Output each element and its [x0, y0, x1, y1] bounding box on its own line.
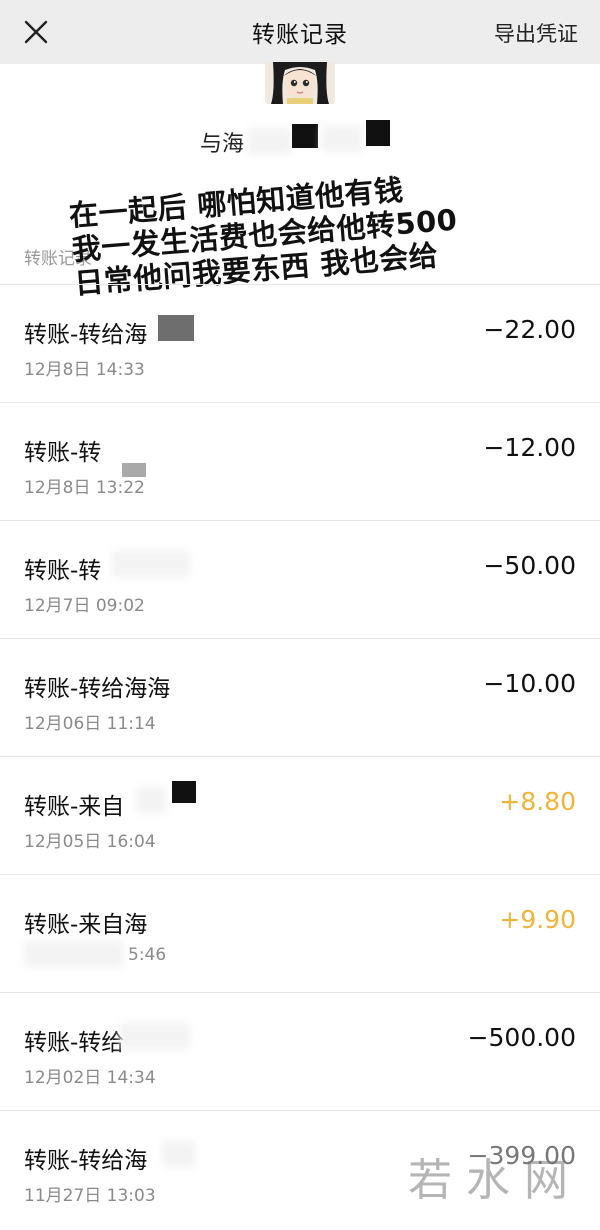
transaction-name: 转账-来自海 [24, 912, 148, 938]
redaction-blur [162, 1141, 196, 1167]
top-bar: 转账记录 导出凭证 [0, 0, 600, 64]
transaction-name: 转账-转 [24, 558, 102, 584]
redaction-block [292, 124, 318, 148]
avatar [265, 62, 335, 104]
redaction-block [172, 781, 196, 803]
redaction-blur [120, 1023, 190, 1049]
transaction-row[interactable]: 转账-转 12月7日 09:02 −50.00 [0, 520, 600, 638]
transaction-time: 12月05日 16:04 [24, 832, 156, 852]
transaction-row[interactable]: 转账-转给 12月02日 14:34 −500.00 [0, 992, 600, 1110]
transaction-amount: +9.90 [499, 905, 576, 934]
transaction-row[interactable]: 转账-来自 12月05日 16:04 +8.80 [0, 756, 600, 874]
transaction-name: 转账-转 [24, 440, 102, 466]
redaction-blur [112, 551, 190, 577]
overlay-caption: 在一起后 哪怕知道他有钱 我一发生活费也会给他转500 日常他问我要东西 我也会… [68, 170, 461, 302]
transaction-amount: −22.00 [483, 315, 576, 344]
transaction-name: 转账-转给海 [24, 322, 148, 348]
transaction-amount: +8.80 [499, 787, 576, 816]
redaction-block [122, 463, 146, 477]
transaction-name: 转账-转给海海 [24, 676, 171, 702]
redaction-block [158, 315, 194, 341]
transaction-name: 转账-转给海 [24, 1148, 148, 1174]
transaction-name: 转账-来自 [24, 794, 125, 820]
transaction-name: 转账-转给 [24, 1030, 125, 1056]
transaction-row[interactable]: 转账-来自海 5:46 +9.90 [0, 874, 600, 992]
transaction-amount: −500.00 [467, 1023, 576, 1052]
transaction-amount: −12.00 [483, 433, 576, 462]
transaction-amount: −50.00 [483, 551, 576, 580]
transaction-time: 5:46 [128, 945, 167, 965]
transaction-row[interactable]: 转账-转给海 12月8日 14:33 −22.00 [0, 284, 600, 402]
transaction-time: 11月27日 13:03 [24, 1186, 156, 1206]
transaction-time: 12月7日 09:02 [24, 596, 145, 616]
transaction-time: 12月06日 11:14 [24, 714, 156, 734]
redaction-blur [24, 941, 124, 967]
page-title: 转账记录 [252, 22, 348, 48]
transaction-time: 12月02日 14:34 [24, 1068, 156, 1088]
redaction-blur [248, 128, 292, 154]
watermark: 若水网 [408, 1155, 582, 1206]
redaction-blur [136, 787, 166, 813]
peer-name: 与海 [200, 132, 245, 157]
transaction-row[interactable]: 转账-转给海海 12月06日 11:14 −10.00 [0, 638, 600, 756]
transaction-time: 12月8日 14:33 [24, 360, 145, 380]
transaction-list: 转账-转给海 12月8日 14:33 −22.00 转账-转 12月8日 13:… [0, 284, 600, 1228]
close-icon[interactable] [22, 18, 50, 46]
transaction-amount: −10.00 [483, 669, 576, 698]
transaction-row[interactable]: 转账-转 12月8日 13:22 −12.00 [0, 402, 600, 520]
redaction-block [366, 120, 390, 146]
redaction-blur [322, 126, 362, 152]
export-voucher-button[interactable]: 导出凭证 [494, 18, 578, 48]
